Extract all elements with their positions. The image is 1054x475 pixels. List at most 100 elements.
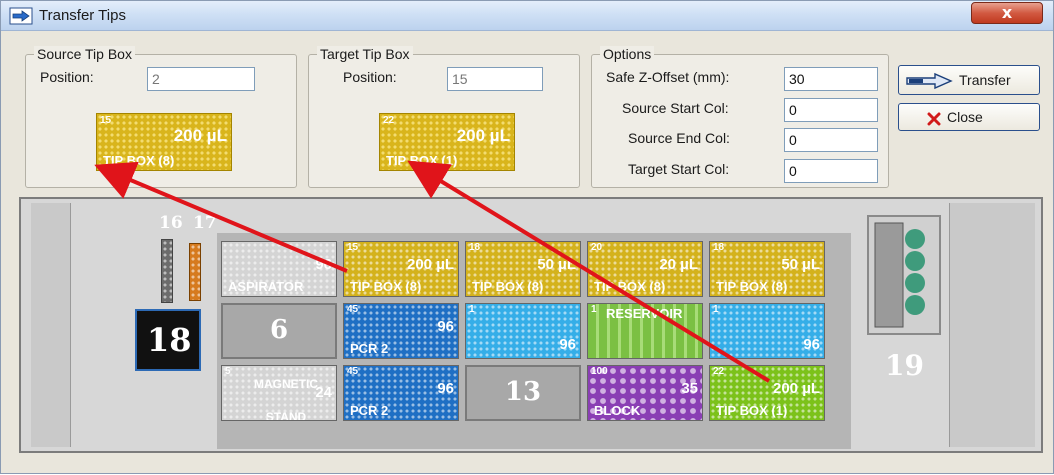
labware-15-name: TIP BOX (1) [716,403,788,418]
source-thumb-volume: 200 µL [173,126,227,145]
labware-15-big: 200 µL [773,380,820,397]
tube-holder-icon [874,222,925,328]
labware-tipbox-200-target[interactable]: 22 200 µL TIP BOX (1) [709,365,825,421]
tube-rack-17[interactable] [189,243,201,301]
labware-14-num: 100 [591,366,608,377]
labware-tipbox-200-source[interactable]: 15 200 µL TIP BOX (8) [343,241,459,297]
labware-12-big: 96 [437,380,454,397]
labware-plate-b[interactable]: 1 96 [709,303,825,359]
transfer-arrow-icon [9,7,33,25]
labware-2-name: TIP BOX (8) [350,279,422,294]
labware-tipbox-50-b[interactable]: 18 50 µL TIP BOX (8) [709,241,825,297]
deck-right-rail [949,203,1035,447]
options-legend: Options [600,46,655,62]
labware-2-big: 200 µL [407,256,454,273]
labware-magnetic-stand[interactable]: 5 24 MAGNETIC STAND [221,365,337,421]
deck-slot-6[interactable]: 6 [221,303,337,359]
transfer-button[interactable]: Transfer [898,65,1040,95]
labware-2-num: 15 [347,242,359,253]
deck-layout: 16 17 18 96 ASPIRATOR 15 200 µL TIP BOX … [19,197,1043,453]
close-x-icon [927,112,941,126]
transfer-arrow-icon [906,72,953,90]
position-18-label: 18 [147,321,192,359]
position-19-label: 19 [885,349,924,382]
labware-5-big: 50 µL [781,256,820,273]
labware-12-num: 45 [347,366,359,377]
labware-1-big: 96 [315,256,332,273]
target-tip-box-group: Target Tip Box Position: 15 22 200 µL TI… [308,46,580,188]
target-thumb-number: 22 [383,115,395,126]
options-group: Options Safe Z-Offset (mm): 30 Source St… [591,46,889,188]
transfer-tips-dialog: Transfer Tips x Source Tip Box Position:… [0,0,1054,474]
labware-9-big: RESERVOIR [606,306,683,321]
source-tip-box-thumbnail: 15 200 µL TIP BOX (8) [96,113,232,171]
labware-5-num: 18 [713,242,725,253]
labware-14-name: BLOCK [594,403,641,418]
labware-7-num: 45 [347,304,359,315]
transfer-button-label: Transfer [959,72,1011,88]
labware-10-big: 96 [803,336,820,353]
labware-4-big: 20 µL [659,256,698,273]
deck-left-rail [31,203,71,447]
source-end-col-label: Source End Col: [628,130,730,146]
source-end-col-field[interactable]: 0 [784,128,878,152]
position-17-label: 17 [193,213,217,233]
target-tip-box-legend: Target Tip Box [317,46,413,62]
position-19-module[interactable] [867,215,941,335]
position-16-label: 16 [159,213,183,233]
labware-plate-a[interactable]: 1 96 [465,303,581,359]
target-position-label: Position: [343,69,397,85]
slot-6-label: 6 [269,315,289,345]
close-button-label: Close [947,109,983,125]
labware-4-name: TIP BOX (8) [594,279,666,294]
labware-7-big: 96 [437,318,454,335]
labware-8-num: 1 [469,304,475,315]
source-tip-box-legend: Source Tip Box [34,46,135,62]
target-thumb-volume: 200 µL [456,126,510,145]
labware-3-big: 50 µL [537,256,576,273]
target-thumb-name: TIP BOX (1) [386,153,458,168]
target-position-field[interactable]: 15 [447,67,543,91]
safe-z-offset-field[interactable]: 30 [784,67,878,91]
labware-3-num: 18 [469,242,481,253]
source-position-label: Position: [40,69,94,85]
tube-rack-16[interactable] [161,239,173,303]
labware-pcr-b[interactable]: 45 96 PCR 2 [343,365,459,421]
deck-slot-13[interactable]: 13 [465,365,581,421]
source-thumb-name: TIP BOX (8) [103,153,175,168]
labware-aspirator[interactable]: 96 ASPIRATOR [221,241,337,297]
labware-1-name: ASPIRATOR [228,279,304,294]
title-bar: Transfer Tips x [1,1,1053,31]
target-start-col-label: Target Start Col: [628,161,730,177]
source-position-field[interactable]: 2 [147,67,255,91]
source-start-col-label: Source Start Col: [622,100,729,116]
source-tip-box-group: Source Tip Box Position: 2 15 200 µL TIP… [25,46,297,188]
labware-tipbox-20[interactable]: 20 20 µL TIP BOX (8) [587,241,703,297]
source-thumb-number: 15 [100,115,112,126]
labware-11-name: MAGNETIC STAND [254,377,318,421]
source-start-col-field[interactable]: 0 [784,98,878,122]
labware-3-name: TIP BOX (8) [472,279,544,294]
close-button[interactable]: Close [898,103,1040,131]
slot-13-label: 13 [504,377,542,407]
target-tip-box-thumbnail: 22 200 µL TIP BOX (1) [379,113,515,171]
window-close-button[interactable]: x [971,2,1043,24]
labware-tipbox-50-a[interactable]: 18 50 µL TIP BOX (8) [465,241,581,297]
labware-15-num: 22 [713,366,725,377]
position-18-module[interactable]: 18 [135,309,201,371]
labware-14-big: 35 [681,380,698,397]
labware-4-num: 20 [591,242,603,253]
labware-pcr-a[interactable]: 45 96 PCR 2 [343,303,459,359]
labware-7-name: PCR 2 [350,341,389,356]
labware-block[interactable]: 100 35 BLOCK [587,365,703,421]
target-start-col-field[interactable]: 0 [784,159,878,183]
labware-8-big: 96 [559,336,576,353]
labware-11-num: 5 [225,366,231,377]
labware-12-name: PCR 2 [350,403,389,418]
window-title: Transfer Tips [39,7,126,24]
safe-z-offset-label: Safe Z-Offset (mm): [606,69,730,85]
labware-reservoir[interactable]: 1 RESERVOIR [587,303,703,359]
labware-5-name: TIP BOX (8) [716,279,788,294]
labware-9-num: 1 [591,304,597,315]
labware-10-num: 1 [713,304,719,315]
